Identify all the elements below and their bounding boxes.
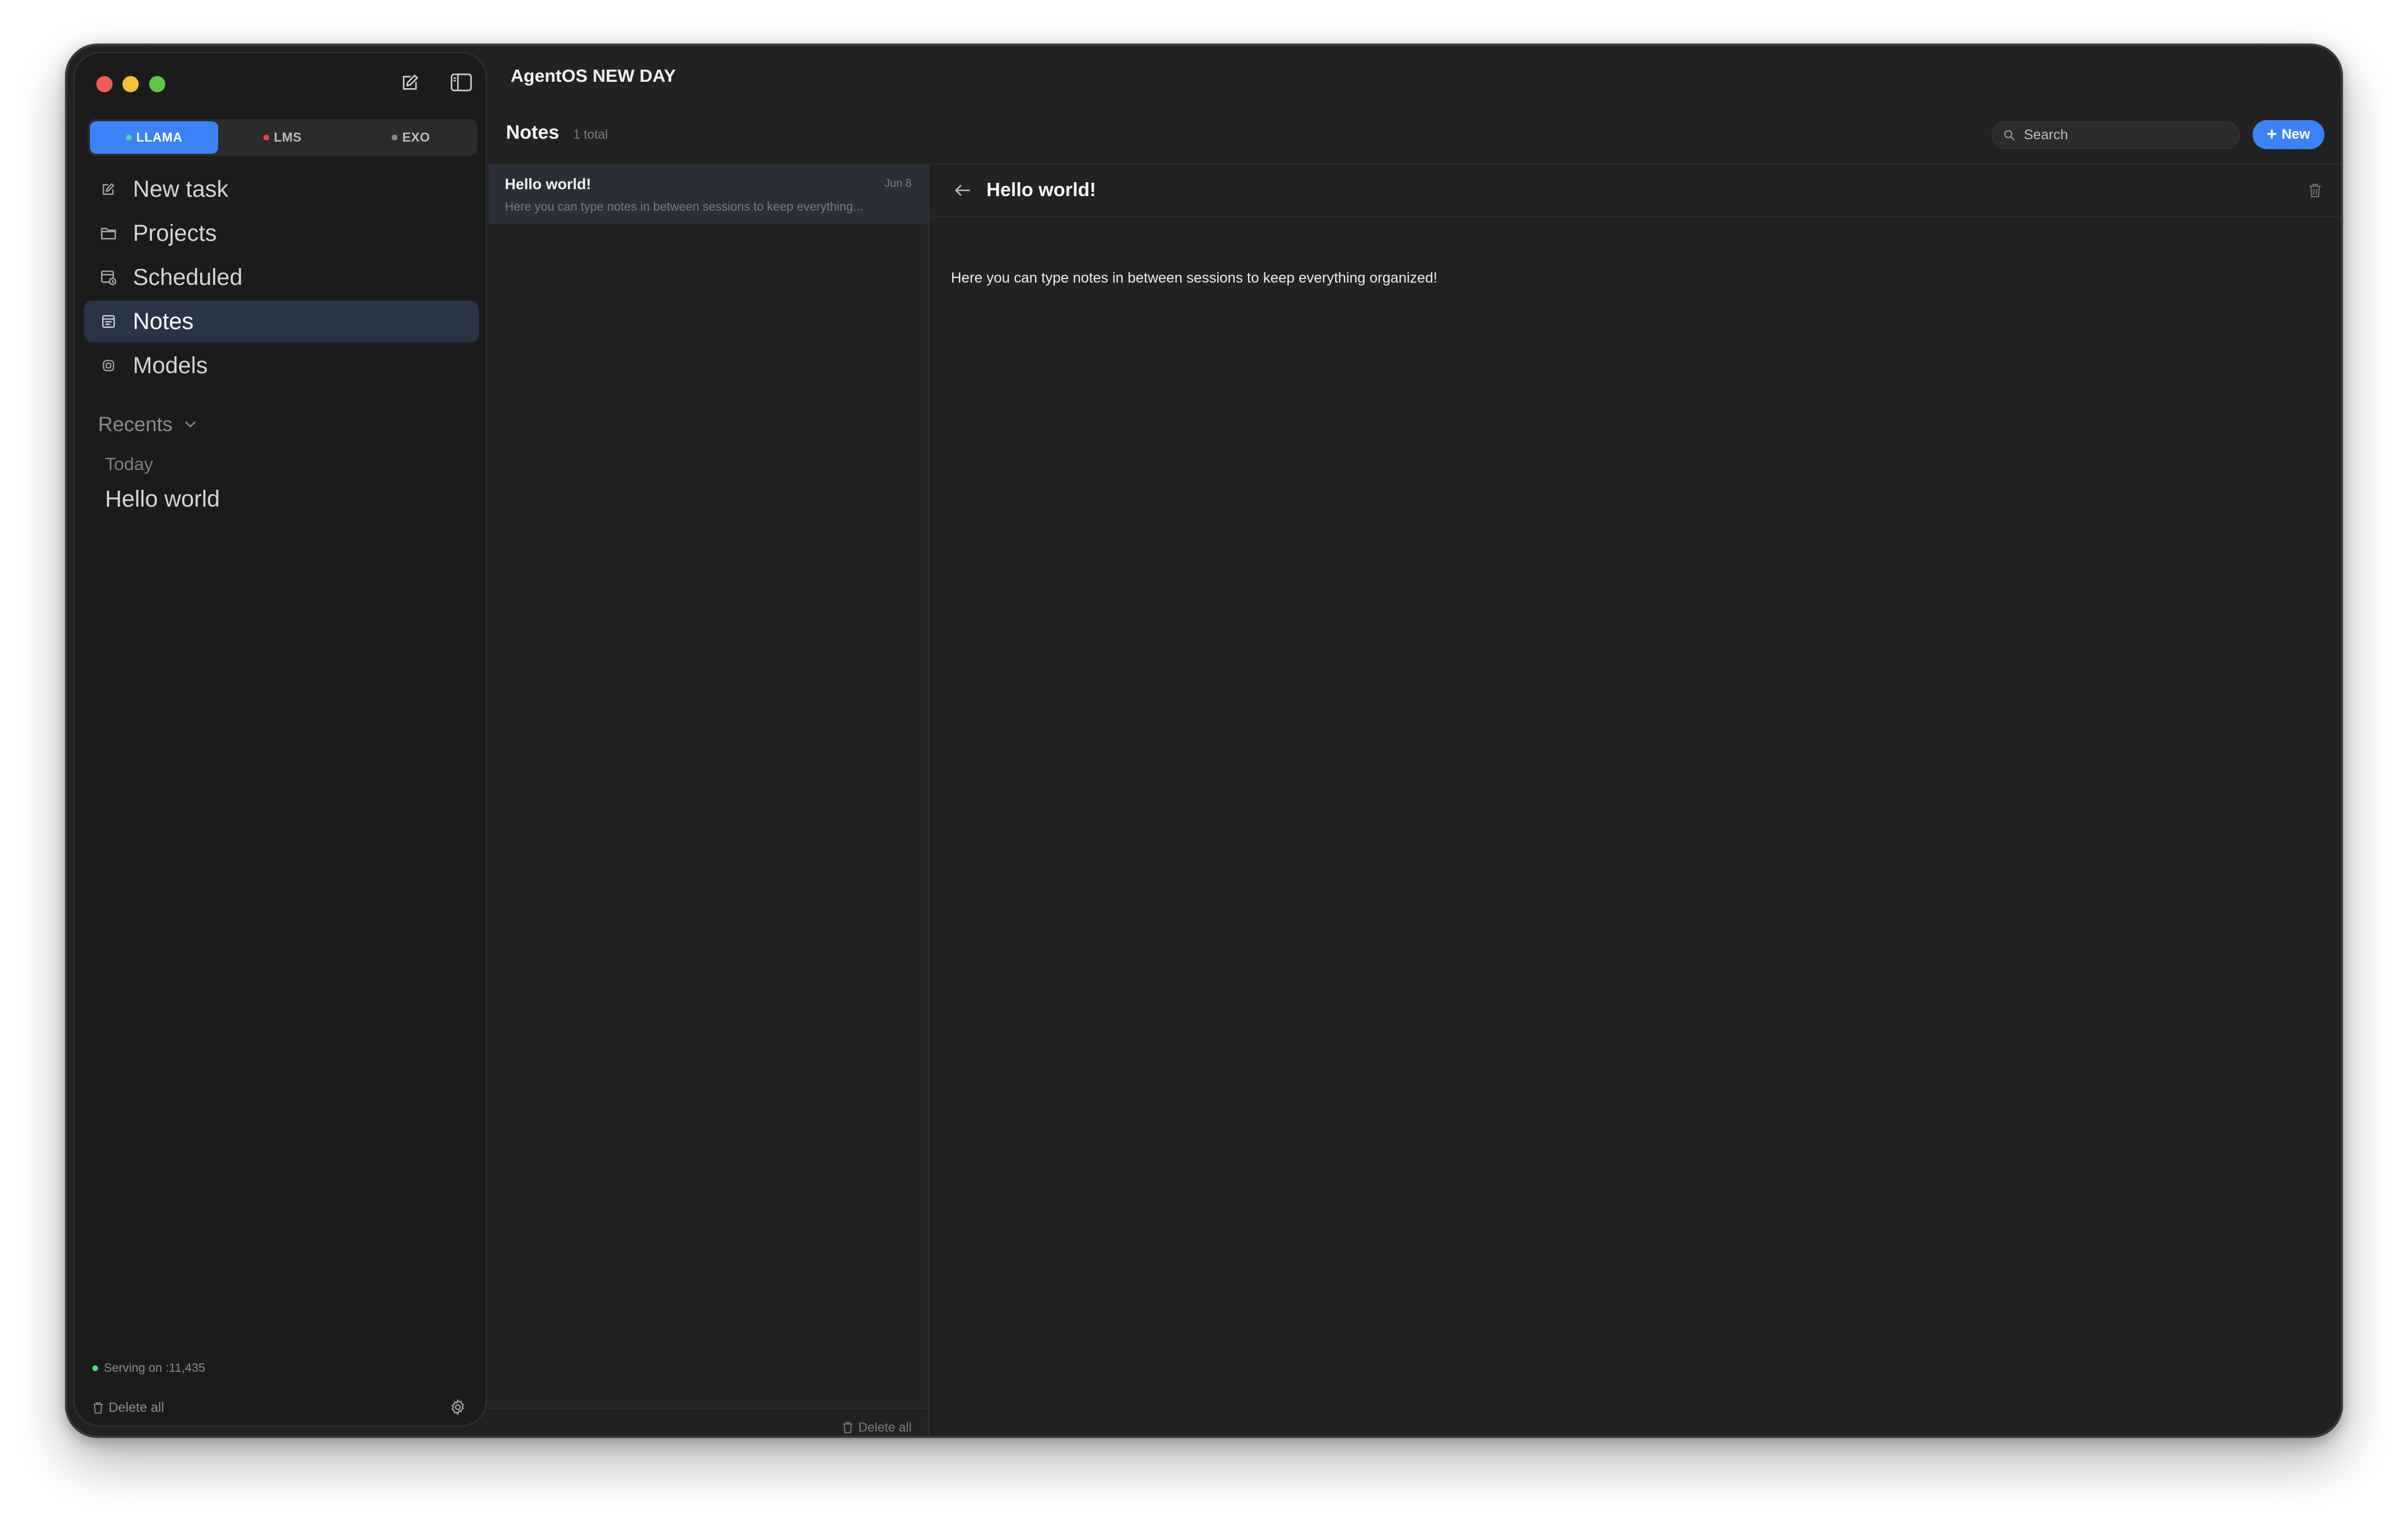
status-dot xyxy=(263,135,270,140)
delete-note-trash-icon[interactable] xyxy=(2305,180,2326,201)
calendar-clock-icon xyxy=(99,268,118,287)
compose-icon[interactable] xyxy=(397,70,423,95)
sidebar-item-projects[interactable]: Projects xyxy=(84,212,479,254)
new-note-button[interactable]: + New xyxy=(2252,120,2324,149)
recents-label: Recents xyxy=(98,413,173,436)
minimize-window-button[interactable] xyxy=(122,76,139,92)
notes-count: 1 total xyxy=(573,127,608,142)
notes-icon xyxy=(99,312,118,331)
server-tab-label: LLAMA xyxy=(136,130,183,144)
recents-group-label: Today xyxy=(105,454,153,474)
server-tab-exo[interactable]: EXO xyxy=(347,121,475,154)
edit-icon xyxy=(99,180,118,198)
server-tab-label: EXO xyxy=(402,130,431,144)
notes-header: Notes 1 total xyxy=(506,121,608,143)
server-tabs: LLAMA LMS EXO xyxy=(88,119,478,156)
sidebar: LLAMA LMS EXO New task Projects Schedule… xyxy=(73,52,487,1427)
new-button-label: New xyxy=(2282,127,2311,142)
sidebar-item-label: Notes xyxy=(133,308,194,334)
server-status-text: Serving on :11,435 xyxy=(104,1361,205,1375)
sidebar-item-label: Scheduled xyxy=(133,264,243,290)
sidebar-item-models[interactable]: Models xyxy=(84,345,479,386)
server-status: Serving on :11,435 xyxy=(92,1361,205,1375)
server-tab-llama[interactable]: LLAMA xyxy=(90,121,219,154)
recents-toggle[interactable]: Recents xyxy=(98,413,198,436)
note-item-title: Hello world! xyxy=(505,175,591,193)
app-window: LLAMA LMS EXO New task Projects Schedule… xyxy=(65,44,2343,1438)
search-box[interactable] xyxy=(1991,121,2240,149)
close-window-button[interactable] xyxy=(96,76,113,92)
delete-all-label: Delete all xyxy=(858,1420,912,1434)
note-body-editor[interactable]: Here you can type notes in between sessi… xyxy=(951,270,1437,287)
folder-icon xyxy=(99,224,118,243)
divider xyxy=(489,1408,928,1409)
list-delete-all-button[interactable]: Delete all xyxy=(842,1420,912,1435)
trash-icon xyxy=(843,1422,853,1433)
note-item-snippet: Here you can type notes in between sessi… xyxy=(505,200,863,214)
sidebar-item-label: Models xyxy=(133,352,208,378)
plus-icon: + xyxy=(2266,125,2277,144)
note-list-item[interactable]: Hello world! Jun 8 Here you can type not… xyxy=(489,165,928,224)
sidebar-item-new-task[interactable]: New task xyxy=(84,168,479,210)
chevron-down-icon xyxy=(183,420,198,430)
app-title: AgentOS NEW DAY xyxy=(511,66,676,86)
sidebar-item-label: Projects xyxy=(133,220,217,246)
sidebar-item-label: New task xyxy=(133,176,229,202)
search-input[interactable] xyxy=(2023,127,2220,144)
status-dot xyxy=(125,135,132,140)
delete-all-label: Delete all xyxy=(109,1400,164,1415)
server-tab-label: LMS xyxy=(274,130,302,144)
server-tab-lms[interactable]: LMS xyxy=(218,121,346,154)
back-arrow-icon[interactable] xyxy=(952,180,973,201)
sidebar-nav: New task Projects Scheduled Notes Models xyxy=(84,168,479,389)
note-item-date: Jun 8 xyxy=(884,178,912,190)
status-dot xyxy=(92,1365,98,1371)
note-title[interactable]: Hello world! xyxy=(986,179,1096,201)
recent-item[interactable]: Hello world xyxy=(105,486,220,512)
maximize-window-button[interactable] xyxy=(149,76,165,92)
page-title: Notes xyxy=(506,121,559,143)
sidebar-toggle-icon[interactable] xyxy=(449,70,474,95)
notes-list: Hello world! Jun 8 Here you can type not… xyxy=(489,165,930,1436)
trash-icon xyxy=(93,1402,103,1414)
chip-icon xyxy=(99,356,118,375)
sidebar-delete-all-button[interactable]: Delete all xyxy=(92,1400,164,1415)
sidebar-item-notes[interactable]: Notes xyxy=(84,301,479,342)
note-detail-header: Hello world! xyxy=(931,165,2341,217)
gear-icon[interactable] xyxy=(447,1397,468,1418)
status-dot xyxy=(392,135,398,140)
search-icon xyxy=(2004,130,2015,140)
sidebar-item-scheduled[interactable]: Scheduled xyxy=(84,256,479,298)
